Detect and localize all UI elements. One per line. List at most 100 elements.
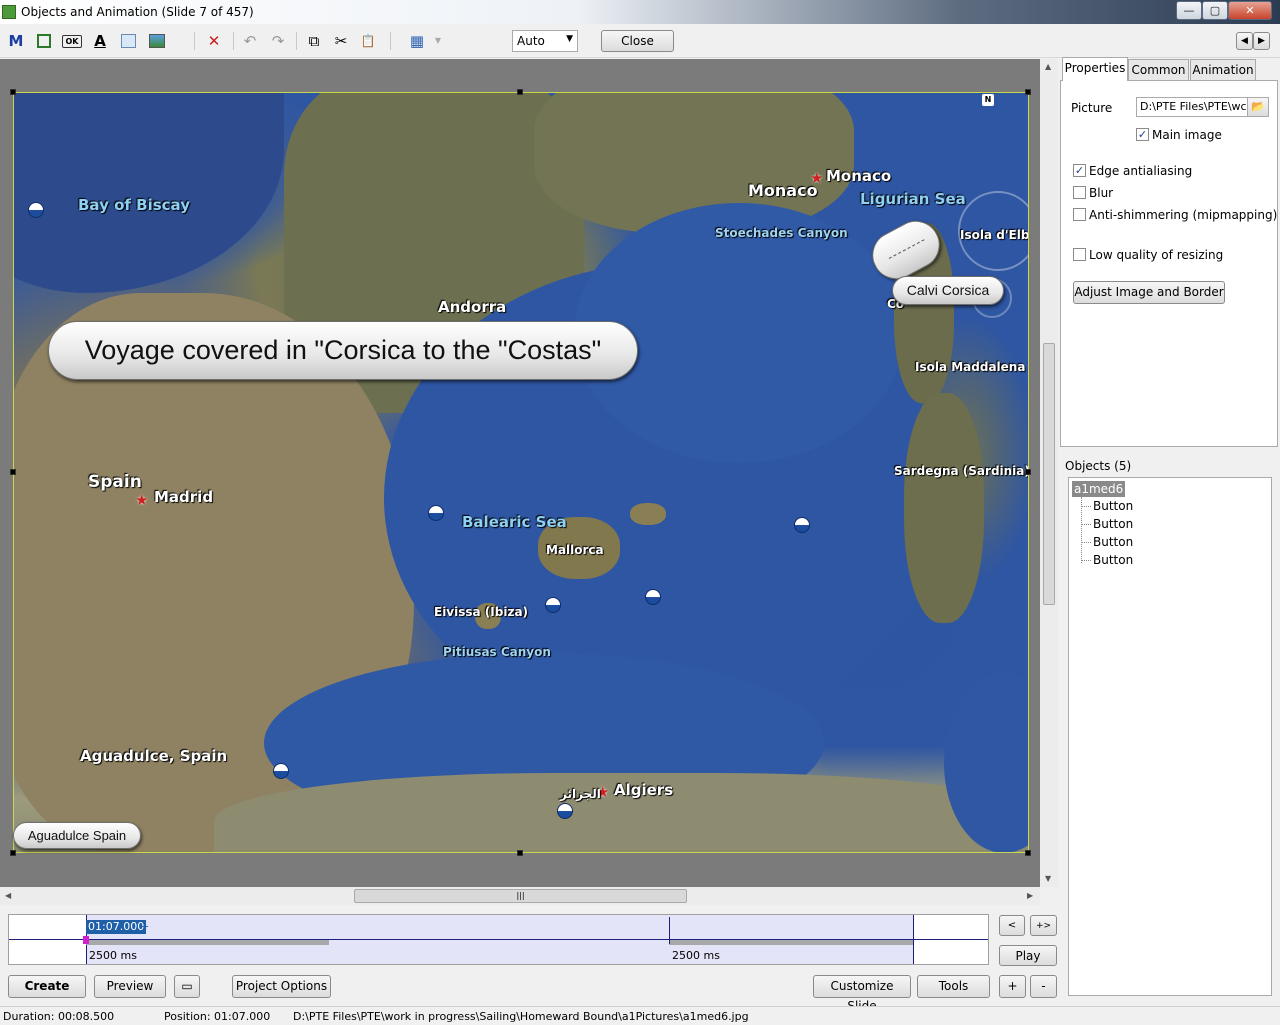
- tree-item-button[interactable]: Button: [1093, 534, 1133, 550]
- project-options-button[interactable]: Project Options: [232, 975, 331, 998]
- toolbar-separator: [390, 32, 391, 50]
- add-button[interactable]: +: [999, 975, 1026, 998]
- resize-handle[interactable]: [517, 89, 523, 95]
- adjust-image-border-button[interactable]: Adjust Image and Border: [1073, 281, 1225, 304]
- horizontal-scrollbar[interactable]: ◀ ||| ▶: [0, 887, 1040, 905]
- timeline-segment[interactable]: [669, 940, 913, 945]
- add-keyframe-icon[interactable]: +: [140, 920, 149, 933]
- status-duration: Duration: 00:08.500: [3, 1010, 115, 1023]
- anti-shimmering-checkbox[interactable]: [1073, 208, 1086, 221]
- waypoint-marker[interactable]: [645, 589, 661, 605]
- current-time: 01:07.000: [86, 920, 147, 934]
- text-m-icon[interactable]: M: [6, 31, 26, 51]
- tree-item-button[interactable]: Button: [1093, 498, 1133, 514]
- text-a-icon[interactable]: A: [90, 31, 110, 51]
- tree-item-button[interactable]: Button: [1093, 516, 1133, 532]
- objects-tree[interactable]: a1med6 Button Button Button Button: [1068, 477, 1272, 996]
- scroll-right-icon[interactable]: ▶: [1027, 891, 1033, 900]
- tab-properties[interactable]: Properties: [1062, 57, 1128, 81]
- resize-handle[interactable]: [10, 850, 16, 856]
- map-image[interactable]: N Bay of Biscay Monaco ★ Monaco Ligurian…: [13, 92, 1029, 853]
- scroll-down-icon[interactable]: ▼: [1045, 874, 1051, 883]
- waypoint-marker[interactable]: [545, 597, 561, 613]
- grip-icon: |||: [516, 891, 525, 900]
- waypoint-marker[interactable]: [273, 763, 289, 779]
- image-icon[interactable]: [146, 31, 166, 51]
- timeline-extend-button[interactable]: +>: [1030, 915, 1057, 936]
- remove-button[interactable]: -: [1030, 975, 1057, 998]
- grid-icon[interactable]: ▦: [407, 31, 427, 51]
- timeline-prev-button[interactable]: <: [999, 915, 1025, 936]
- previous-slide-button[interactable]: ◀: [1236, 32, 1253, 50]
- zoom-select[interactable]: Auto ▼: [512, 30, 578, 52]
- objects-header: Objects (5): [1065, 459, 1132, 473]
- window-title: Objects and Animation (Slide 7 of 457): [21, 5, 254, 19]
- create-button[interactable]: Create: [8, 975, 86, 998]
- rectangle-icon[interactable]: [118, 31, 138, 51]
- picture-path-field[interactable]: D:\PTE Files\PTE\wc: [1136, 97, 1248, 117]
- map-label: Madrid: [154, 488, 214, 506]
- browse-folder-icon[interactable]: 📂: [1247, 97, 1269, 117]
- waypoint-marker[interactable]: [28, 202, 44, 218]
- map-label: Stoechades Canyon: [715, 226, 848, 240]
- paste-icon[interactable]: 📋: [358, 31, 378, 51]
- tree-item-button[interactable]: Button: [1093, 552, 1133, 568]
- next-slide-button[interactable]: ▶: [1253, 32, 1270, 50]
- calvi-caption-button[interactable]: Calvi Corsica: [892, 276, 1004, 305]
- resize-handle[interactable]: [517, 850, 523, 856]
- keyframe-line[interactable]: [669, 917, 670, 944]
- resize-handle[interactable]: [10, 89, 16, 95]
- aguadulce-caption-button[interactable]: Aguadulce Spain: [13, 822, 141, 849]
- tree-item-root[interactable]: a1med6: [1072, 481, 1126, 497]
- copy-icon[interactable]: ⧉: [304, 31, 324, 51]
- preview-button[interactable]: Preview: [94, 975, 166, 998]
- maximize-button[interactable]: ▢: [1202, 1, 1228, 20]
- voyage-caption-button[interactable]: Voyage covered in "Corsica to the "Costa…: [48, 321, 638, 380]
- play-button[interactable]: Play: [999, 945, 1057, 966]
- tab-common[interactable]: Common: [1128, 59, 1189, 81]
- segment-duration: 2500 ms: [672, 949, 720, 962]
- status-position: Position: 01:07.000: [164, 1010, 271, 1023]
- window-close-button[interactable]: ✕: [1228, 1, 1272, 20]
- map-label: Mallorca: [546, 543, 604, 557]
- main-image-checkbox[interactable]: ✓: [1136, 128, 1149, 141]
- waypoint-marker[interactable]: [794, 517, 810, 533]
- minimize-button[interactable]: —: [1176, 1, 1202, 20]
- resize-handle[interactable]: [1025, 850, 1031, 856]
- picture-label: Picture: [1071, 101, 1113, 115]
- tab-animation[interactable]: Animation: [1190, 59, 1256, 81]
- resize-handle[interactable]: [10, 469, 16, 475]
- cut-icon[interactable]: ✂: [331, 31, 351, 51]
- customize-slide-button[interactable]: Customize Slide: [813, 975, 911, 1013]
- tools-button[interactable]: Tools: [917, 975, 990, 998]
- screen-icon[interactable]: ▭: [174, 975, 200, 998]
- close-button[interactable]: Close: [601, 30, 674, 52]
- compass-north-icon: N: [982, 94, 994, 106]
- vertical-scrollbar[interactable]: ▲ ▼: [1040, 59, 1058, 887]
- waypoint-marker[interactable]: [428, 505, 444, 521]
- keyframe-marker[interactable]: [83, 936, 89, 944]
- ok-button-icon[interactable]: OK: [62, 31, 82, 51]
- blur-checkbox[interactable]: [1073, 186, 1086, 199]
- scroll-left-icon[interactable]: ◀: [5, 891, 11, 900]
- timeline-segment[interactable]: [86, 940, 329, 945]
- resize-handle[interactable]: [1025, 89, 1031, 95]
- capital-star-icon: ★: [135, 491, 149, 509]
- frame-icon[interactable]: [34, 31, 54, 51]
- low-quality-checkbox[interactable]: [1073, 248, 1086, 261]
- timeline[interactable]: 01:07.000 + 2500 ms 2500 ms: [8, 914, 989, 965]
- redo-icon[interactable]: ↷: [268, 31, 288, 51]
- scroll-up-icon[interactable]: ▲: [1045, 62, 1051, 71]
- map-label: Pitiusas Canyon: [443, 645, 551, 659]
- map-label: Eivissa (Ibiza): [434, 605, 529, 619]
- vertical-scroll-thumb[interactable]: [1043, 343, 1055, 605]
- tree-connector: [1081, 524, 1091, 525]
- resize-handle[interactable]: [1025, 469, 1031, 475]
- grid-dropdown-icon[interactable]: ▼: [428, 31, 448, 51]
- horizontal-scroll-thumb[interactable]: |||: [354, 889, 687, 903]
- edge-antialiasing-checkbox[interactable]: ✓: [1073, 164, 1086, 177]
- undo-icon[interactable]: ↶: [240, 31, 260, 51]
- map-label: Spain: [88, 472, 142, 492]
- waypoint-marker[interactable]: [557, 803, 573, 819]
- delete-icon[interactable]: ✕: [204, 31, 224, 51]
